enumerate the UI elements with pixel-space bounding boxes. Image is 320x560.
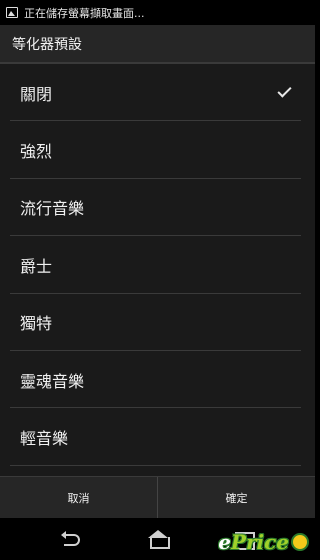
home-icon[interactable]	[146, 530, 170, 549]
preset-item-unique[interactable]: 獨特	[0, 294, 315, 351]
checkmark-icon	[277, 83, 292, 98]
back-icon[interactable]	[60, 530, 85, 548]
preset-label: 強烈	[20, 142, 53, 162]
dialog-title: 等化器預設	[0, 25, 315, 62]
preset-item-off[interactable]: 關閉	[0, 64, 315, 122]
preset-label: 爵士	[20, 256, 53, 276]
preset-item-strong[interactable]: 強烈	[0, 121, 315, 179]
image-notification-icon	[6, 7, 18, 18]
watermark-text: ePrice	[218, 530, 289, 554]
preset-item-soul[interactable]: 靈魂音樂	[0, 351, 315, 409]
eprice-watermark-logo: ePrice	[218, 530, 309, 554]
cancel-button[interactable]: 取消	[0, 477, 157, 518]
preset-list: 關閉 強烈 流行音樂 爵士 獨特 靈魂音樂 輕音樂	[0, 64, 315, 476]
preset-label: 流行音樂	[20, 199, 85, 219]
preset-label: 關閉	[20, 84, 53, 104]
preset-item-light-music[interactable]: 輕音樂	[0, 408, 315, 466]
watermark-accent: Price	[230, 530, 289, 554]
dialog-button-bar: 取消 確定	[0, 476, 315, 518]
status-bar: 正在儲存螢幕擷取畫面...	[0, 0, 315, 25]
divider	[10, 464, 301, 466]
preset-label: 靈魂音樂	[20, 371, 85, 391]
preset-label: 輕音樂	[20, 429, 69, 449]
mascot-icon	[291, 533, 309, 551]
status-text: 正在儲存螢幕擷取畫面...	[24, 6, 145, 20]
preset-item-jazz[interactable]: 爵士	[0, 236, 315, 294]
preset-item-pop[interactable]: 流行音樂	[0, 179, 315, 237]
confirm-button[interactable]: 確定	[158, 477, 315, 518]
watermark-prefix: e	[218, 530, 231, 554]
preset-label: 獨特	[20, 314, 53, 334]
